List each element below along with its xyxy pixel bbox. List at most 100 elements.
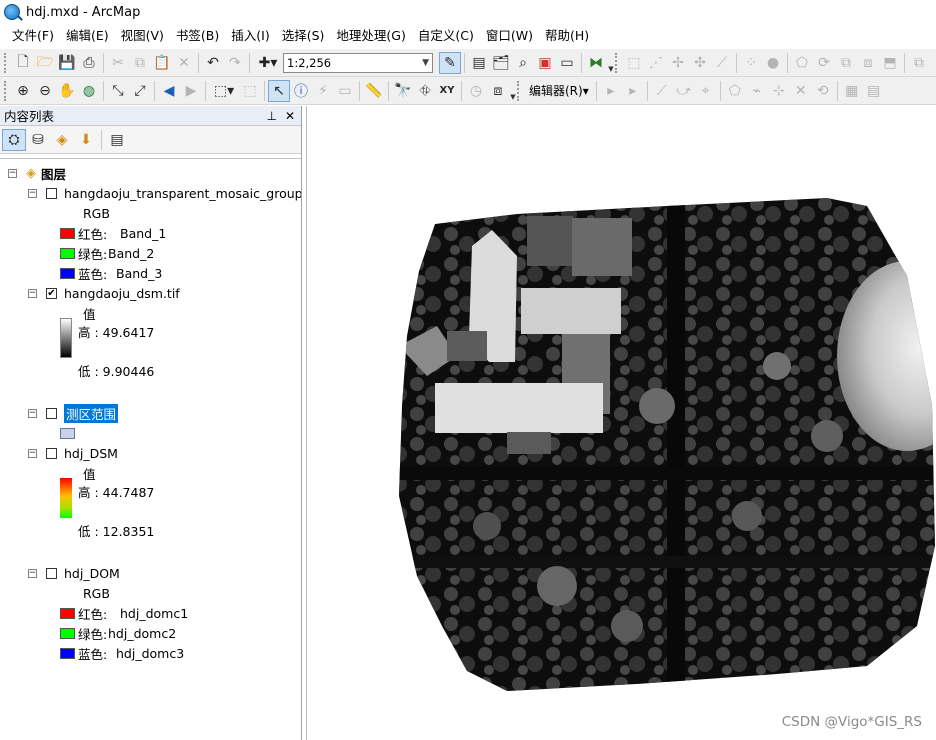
menu-bookmarks[interactable]: 书签(B)	[170, 25, 225, 47]
toc-layer[interactable]: − ✔ hangdaoju_dsm.tif	[28, 283, 180, 303]
rotate-icon[interactable]: ⟳	[813, 52, 835, 74]
toolbar-grip[interactable]	[517, 80, 521, 101]
pan-hand-icon[interactable]: ✋	[56, 80, 78, 102]
select-elements-icon[interactable]: ↖	[268, 79, 290, 102]
reshape-feature-icon[interactable]: ⌁	[746, 80, 768, 102]
collapse-icon[interactable]: −	[28, 188, 37, 198]
python-window-icon[interactable]: ▭	[556, 52, 578, 74]
menu-geoprocessing[interactable]: 地理处理(G)	[330, 25, 411, 47]
toolbar-grip[interactable]	[4, 52, 8, 73]
attributes-icon[interactable]: ▦	[841, 80, 863, 102]
table-of-contents-icon[interactable]: ▤	[468, 52, 490, 74]
toolbar-overflow-icon[interactable]: ▼	[607, 53, 615, 73]
list-by-drawing-order-icon[interactable]: ⛭	[2, 128, 26, 151]
straight-segment-icon[interactable]: ⟋	[651, 80, 673, 102]
trace-icon[interactable]: ⋰	[645, 52, 667, 74]
union-icon[interactable]: ⧉	[835, 52, 857, 74]
layer-visibility-checkbox[interactable]	[46, 567, 57, 579]
catalog-window-icon[interactable]: 🗂	[490, 52, 512, 74]
modelbuilder-icon[interactable]: ⧓	[585, 52, 607, 74]
options-icon[interactable]: ▤	[105, 129, 129, 151]
layer-visibility-checkbox[interactable]: ✔	[46, 287, 57, 299]
find-binoculars-icon[interactable]: 🔭	[392, 80, 414, 102]
layer-visibility-checkbox[interactable]	[46, 447, 57, 459]
back-extent-icon[interactable]: ◀	[158, 80, 180, 102]
rotate-tool-icon[interactable]: ⟲	[812, 80, 834, 102]
layers-root[interactable]: − ◈ 图层	[8, 163, 66, 183]
select-features-icon[interactable]: ⬚	[623, 52, 645, 74]
menu-windows[interactable]: 窗口(W)	[480, 25, 539, 47]
toolbar-overflow-icon[interactable]: ▼	[509, 81, 517, 101]
menu-view[interactable]: 视图(V)	[115, 25, 170, 47]
menu-file[interactable]: 文件(F)	[6, 25, 60, 47]
find-route-icon[interactable]: ⛗	[414, 80, 436, 102]
measure-icon[interactable]: 📏	[363, 80, 385, 102]
collapse-icon[interactable]: −	[28, 408, 37, 418]
toolbar-grip[interactable]	[615, 52, 619, 73]
save-icon[interactable]: 💾	[56, 52, 78, 74]
arctoolbox-icon[interactable]: ▣	[534, 52, 556, 74]
viewer-window-icon[interactable]: ⧈	[487, 80, 509, 102]
new-document-icon[interactable]: 🗋	[12, 52, 34, 74]
print-icon[interactable]: ⎙	[78, 52, 100, 74]
clip-icon[interactable]: ⧈	[857, 52, 879, 74]
collapse-icon[interactable]: −	[8, 168, 17, 178]
collapse-icon[interactable]: −	[28, 288, 37, 298]
add-data-icon[interactable]: ✚▾	[253, 52, 283, 74]
layer-visibility-checkbox[interactable]	[46, 187, 57, 199]
endpoint-arc-icon[interactable]: ⤻	[673, 80, 695, 102]
sketch-icon[interactable]: ⁘	[740, 52, 762, 74]
map-scale-combo[interactable]: 1:2,256 ▼	[283, 52, 433, 73]
fixed-zoom-out-icon[interactable]: ⤢	[129, 80, 151, 102]
map-display[interactable]: CSDN @Vigo*GIS_RS	[306, 106, 936, 740]
cut-icon[interactable]: ✂	[107, 52, 129, 74]
list-by-source-icon[interactable]: ⛁	[26, 129, 50, 151]
list-by-visibility-icon[interactable]: ◈	[50, 129, 74, 151]
collapse-icon[interactable]: −	[28, 568, 37, 578]
list-by-selection-icon[interactable]: ⬇	[74, 129, 98, 151]
toc-layer[interactable]: − hangdaoju_transparent_mosaic_group1.t	[28, 183, 301, 203]
menu-customize[interactable]: 自定义(C)	[412, 25, 480, 47]
toc-layer[interactable]: − 测区范围	[28, 403, 119, 423]
time-slider-icon[interactable]: ◷	[465, 80, 487, 102]
paste-icon[interactable]: 📋	[151, 52, 173, 74]
forward-extent-icon[interactable]: ▶	[180, 80, 202, 102]
delete-icon[interactable]: ✕	[173, 52, 195, 74]
merge-icon[interactable]: ⬒	[879, 52, 901, 74]
fixed-zoom-in-icon[interactable]: ⤡	[107, 80, 129, 102]
toc-layer[interactable]: − hdj_DSM	[28, 443, 118, 463]
editor-toolbar-icon[interactable]: ✎	[439, 51, 461, 74]
layer-visibility-checkbox[interactable]	[46, 407, 57, 419]
midpoint-icon[interactable]: ✣	[689, 52, 711, 74]
copy-icon[interactable]: ⧉	[129, 52, 151, 74]
clear-selection-icon[interactable]: ⬚	[239, 80, 261, 102]
html-popup-icon[interactable]: ▭	[334, 80, 356, 102]
open-folder-icon[interactable]: 🗁	[34, 52, 56, 74]
editor-menu-button[interactable]: 编辑器(R)▾	[525, 82, 593, 99]
search-window-icon[interactable]: ⌕	[512, 52, 534, 74]
identify-icon[interactable]: ⓘ	[290, 80, 312, 102]
menu-edit[interactable]: 编辑(E)	[60, 25, 115, 47]
select-features-tool-icon[interactable]: ⬚▾	[209, 80, 239, 102]
pin-icon[interactable]: ⊥	[266, 109, 276, 123]
edit-vertices-icon[interactable]: ⬠	[724, 80, 746, 102]
redo-icon[interactable]: ↷	[224, 52, 246, 74]
edit-annotation-icon[interactable]: ▸	[622, 80, 644, 102]
sphere-icon[interactable]: ●	[762, 52, 784, 74]
go-to-xy-icon[interactable]: XY	[436, 80, 458, 102]
menu-help[interactable]: 帮助(H)	[539, 25, 595, 47]
edit-tool-icon[interactable]: ▸	[600, 80, 622, 102]
split-icon[interactable]: ✕	[790, 80, 812, 102]
zoom-out-icon[interactable]: ⊖	[34, 80, 56, 102]
vertex-icon[interactable]: ✢	[667, 52, 689, 74]
sketch-properties-icon[interactable]: ▤	[863, 80, 885, 102]
collapse-icon[interactable]: −	[28, 448, 37, 458]
reshape-icon[interactable]: ⌖	[695, 80, 717, 102]
menu-insert[interactable]: 插入(I)	[225, 25, 275, 47]
toolbar-grip[interactable]	[4, 80, 8, 101]
toc-layer[interactable]: − hdj_DOM	[28, 563, 120, 583]
menu-selection[interactable]: 选择(S)	[276, 25, 331, 47]
close-icon[interactable]: ✕	[285, 109, 295, 123]
polygon-tool-icon[interactable]: ⬠	[791, 52, 813, 74]
line-icon[interactable]: ⟋	[711, 52, 733, 74]
